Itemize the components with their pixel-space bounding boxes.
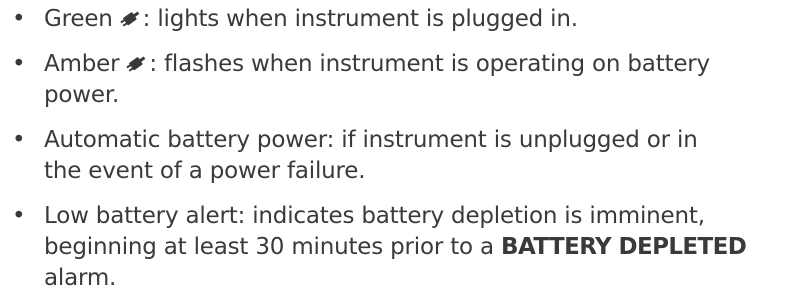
bullet-dot: • xyxy=(12,203,26,229)
list-item-amber: • Amber : flashes when instrument is ope… xyxy=(0,49,795,111)
document-page: • Green : lights when instrument is plug… xyxy=(0,0,795,292)
item-text-low-line1: Low battery alert: indicates battery dep… xyxy=(44,203,705,229)
item-text-low-line3: alarm. xyxy=(44,265,117,291)
list-item-low-battery: • Low battery alert: indicates battery d… xyxy=(0,201,795,294)
item-text-green: : lights when instrument is plugged in. xyxy=(142,6,578,32)
bullet-dot: • xyxy=(12,6,26,32)
item-text-amber-line2: power. xyxy=(44,82,120,108)
item-text-amber-line1: : flashes when instrument is operating o… xyxy=(149,51,710,77)
item-text-auto-line1: Automatic battery power: if instrument i… xyxy=(44,127,698,153)
bullet-dot: • xyxy=(12,127,26,153)
bullet-dot: • xyxy=(12,51,26,77)
item-lead-green: Green xyxy=(44,6,113,32)
list-item-green: • Green : lights when instrument is plug… xyxy=(0,4,795,35)
item-lead-amber: Amber xyxy=(44,51,120,77)
plug-icon xyxy=(119,7,141,29)
list-item-automatic-battery: • Automatic battery power: if instrument… xyxy=(0,125,795,187)
plug-icon xyxy=(125,52,147,74)
bullet-list: • Green : lights when instrument is plug… xyxy=(0,0,795,294)
item-text-auto-line2: the event of a power failure. xyxy=(44,158,366,184)
battery-depleted-alarm-label: BATTERY DEPLETED xyxy=(501,234,747,260)
item-text-low-line2: beginning at least 30 minutes prior to a xyxy=(44,234,502,260)
